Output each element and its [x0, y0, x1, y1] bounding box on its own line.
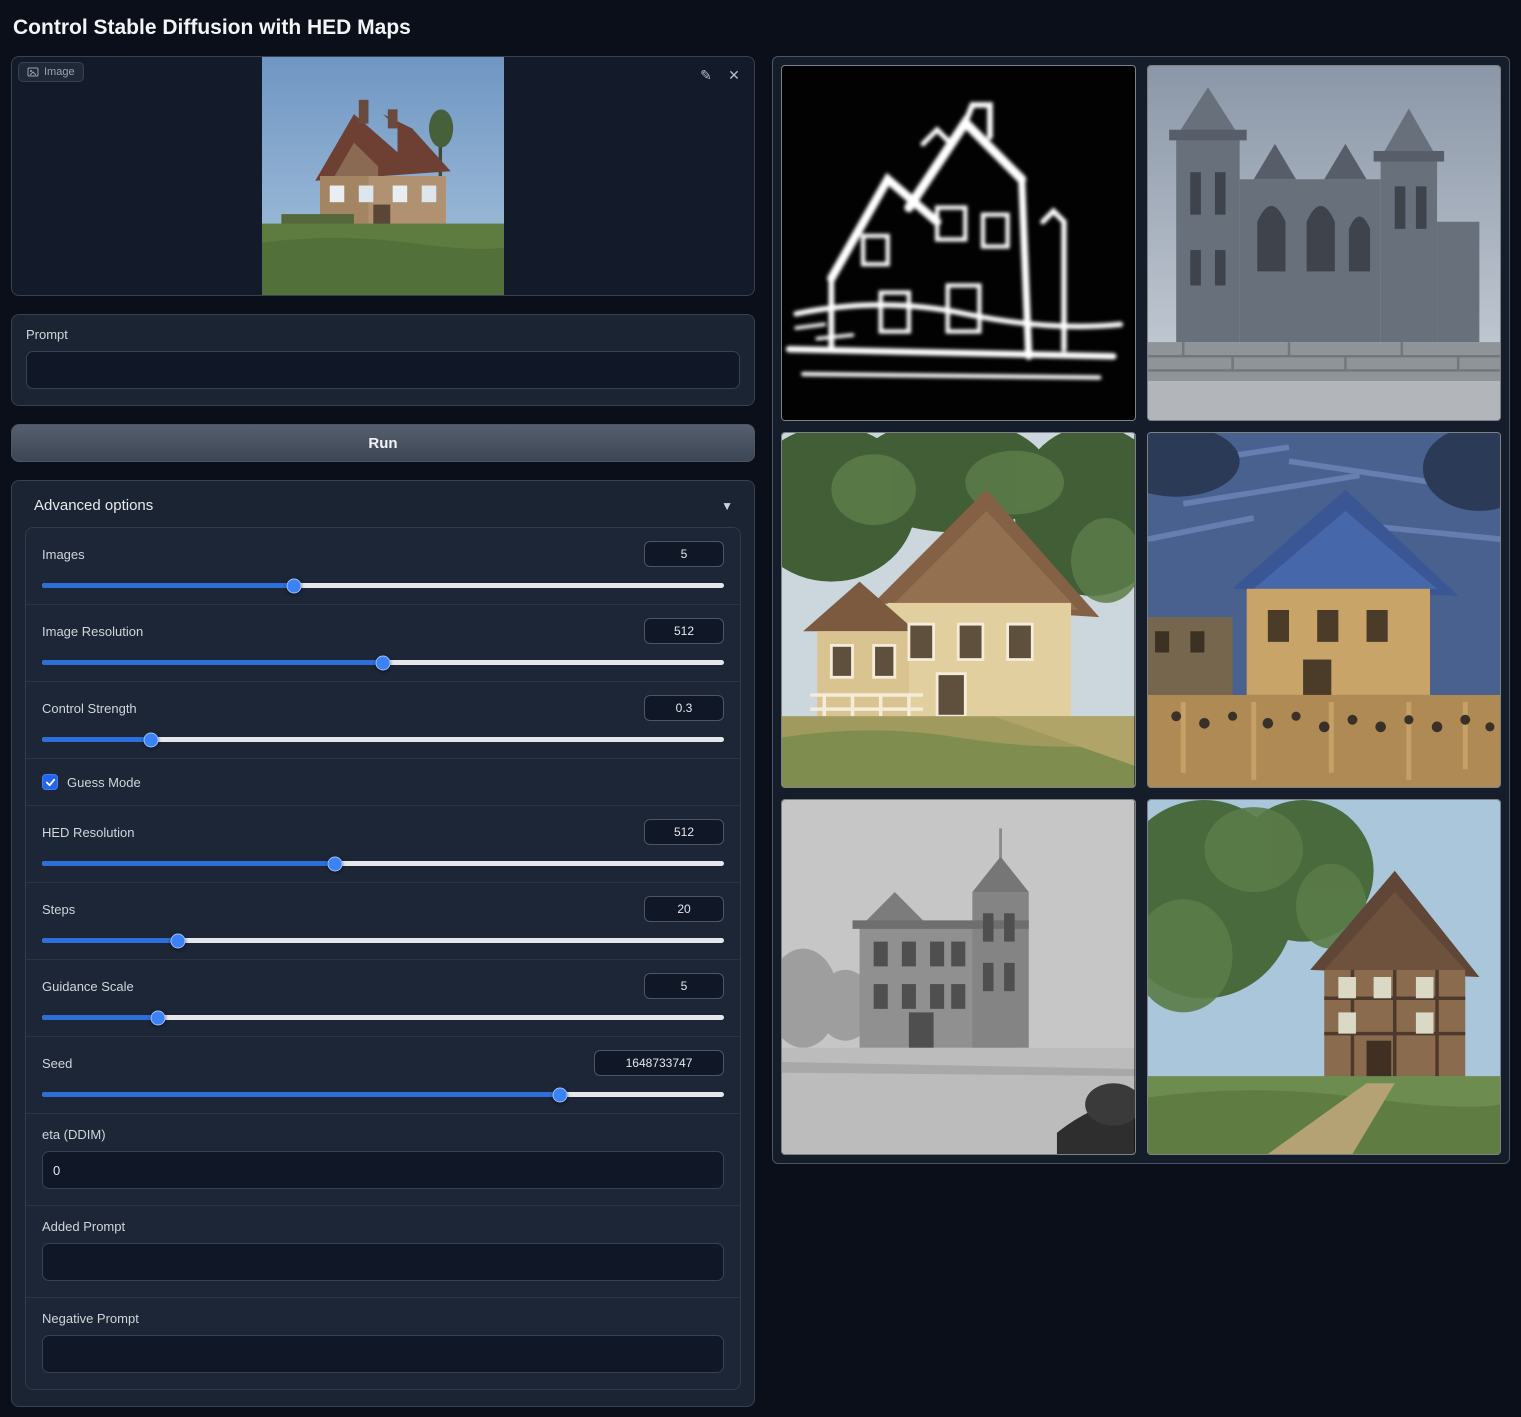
slider-track-image-resolution[interactable] [42, 660, 724, 665]
prompt-input[interactable] [26, 351, 740, 389]
hed-edge-map-image [782, 66, 1135, 420]
slider-row-image-resolution: Image Resolution [26, 604, 740, 681]
slider-label-images: Images [42, 547, 85, 562]
advanced-options-form: Images Image Resolution [25, 527, 741, 1390]
slider-fill [42, 1092, 560, 1097]
page-title: Control Stable Diffusion with HED Maps [13, 16, 1510, 40]
slider-fill [42, 583, 294, 588]
negative-prompt-label: Negative Prompt [42, 1311, 724, 1326]
advanced-options-title: Advanced options [34, 497, 153, 514]
slider-row-hed-resolution: HED Resolution [26, 805, 740, 882]
edit-image-button[interactable]: ✎ [694, 63, 718, 87]
slider-value-images[interactable] [644, 541, 724, 567]
slider-fill [42, 938, 178, 943]
slider-track-steps[interactable] [42, 938, 724, 943]
image-upload: Image ✎ ✕ [11, 56, 755, 296]
slider-track-guidance-scale[interactable] [42, 1015, 724, 1020]
image-actions: ✎ ✕ [694, 63, 746, 87]
guess-mode-checkbox[interactable] [42, 774, 58, 790]
slider-value-image-resolution[interactable] [644, 618, 724, 644]
slider-value-hed-resolution[interactable] [644, 819, 724, 845]
guess-mode-label: Guess Mode [67, 775, 141, 790]
slider-label-steps: Steps [42, 902, 75, 917]
slider-handle-control-strength[interactable] [144, 732, 159, 747]
output-column [772, 56, 1510, 1164]
eta-row: eta (DDIM) [26, 1113, 740, 1205]
slider-track-hed-resolution[interactable] [42, 861, 724, 866]
image-component-label: Image [18, 62, 84, 82]
gallery-item-stone-cathedral[interactable] [1147, 65, 1502, 421]
gallery-item-timber-house-trees[interactable] [1147, 799, 1502, 1155]
advanced-options-panel: Advanced options ▼ Images [11, 480, 755, 1407]
gallery-item-grayscale-building[interactable] [781, 799, 1136, 1155]
slider-value-control-strength[interactable] [644, 695, 724, 721]
app-page: Control Stable Diffusion with HED Maps I… [0, 0, 1521, 1417]
slider-value-seed[interactable] [594, 1050, 724, 1076]
gallery-item-painterly-house-rain[interactable] [1147, 432, 1502, 788]
slider-fill [42, 660, 383, 665]
slider-fill [42, 1015, 158, 1020]
accordion-arrow-icon: ▼ [721, 499, 733, 513]
controls-column: Image ✎ ✕ [11, 56, 755, 1407]
grayscale-building-image [782, 800, 1135, 1154]
image-label-text: Image [44, 66, 75, 78]
slider-label-seed: Seed [42, 1056, 72, 1071]
prompt-block: Prompt [11, 314, 755, 406]
stone-cathedral-image [1148, 66, 1501, 420]
negative-prompt-row: Negative Prompt [26, 1297, 740, 1389]
eta-input[interactable] [42, 1151, 724, 1189]
slider-row-steps: Steps [26, 882, 740, 959]
slider-track-control-strength[interactable] [42, 737, 724, 742]
slider-row-guidance-scale: Guidance Scale [26, 959, 740, 1036]
house-photo [262, 57, 504, 295]
input-image-preview [262, 57, 504, 295]
slider-track-seed[interactable] [42, 1092, 724, 1097]
gallery-item-ornate-wooden-house[interactable] [781, 432, 1136, 788]
eta-label: eta (DDIM) [42, 1127, 724, 1142]
prompt-label: Prompt [26, 327, 740, 342]
slider-handle-steps[interactable] [171, 933, 186, 948]
clear-image-button[interactable]: ✕ [722, 63, 746, 87]
slider-value-steps[interactable] [644, 896, 724, 922]
added-prompt-row: Added Prompt [26, 1205, 740, 1297]
advanced-options-accordion[interactable]: Advanced options ▼ [25, 495, 741, 527]
negative-prompt-input[interactable] [42, 1335, 724, 1373]
main-columns: Image ✎ ✕ [11, 56, 1510, 1407]
slider-handle-image-resolution[interactable] [376, 655, 391, 670]
slider-label-image-resolution: Image Resolution [42, 624, 143, 639]
slider-fill [42, 861, 335, 866]
output-gallery [772, 56, 1510, 1164]
slider-row-seed: Seed [26, 1036, 740, 1113]
added-prompt-label: Added Prompt [42, 1219, 724, 1234]
added-prompt-input[interactable] [42, 1243, 724, 1281]
slider-row-images: Images [26, 528, 740, 604]
slider-label-control-strength: Control Strength [42, 701, 137, 716]
slider-handle-guidance-scale[interactable] [150, 1010, 165, 1025]
ornate-wooden-house-image [782, 433, 1135, 787]
slider-handle-seed[interactable] [553, 1087, 568, 1102]
slider-handle-hed-resolution[interactable] [328, 856, 343, 871]
slider-label-guidance-scale: Guidance Scale [42, 979, 134, 994]
slider-row-control-strength: Control Strength [26, 681, 740, 758]
image-icon [27, 66, 39, 78]
timber-house-trees-image [1148, 800, 1501, 1154]
slider-fill [42, 737, 151, 742]
run-button[interactable]: Run [11, 424, 755, 462]
slider-track-images[interactable] [42, 583, 724, 588]
slider-value-guidance-scale[interactable] [644, 973, 724, 999]
painterly-house-rain-image [1148, 433, 1501, 787]
slider-handle-images[interactable] [287, 578, 302, 593]
gallery-item-hed-edge-map[interactable] [781, 65, 1136, 421]
check-icon [45, 777, 56, 788]
guess-mode-row[interactable]: Guess Mode [26, 758, 740, 805]
slider-label-hed-resolution: HED Resolution [42, 825, 135, 840]
